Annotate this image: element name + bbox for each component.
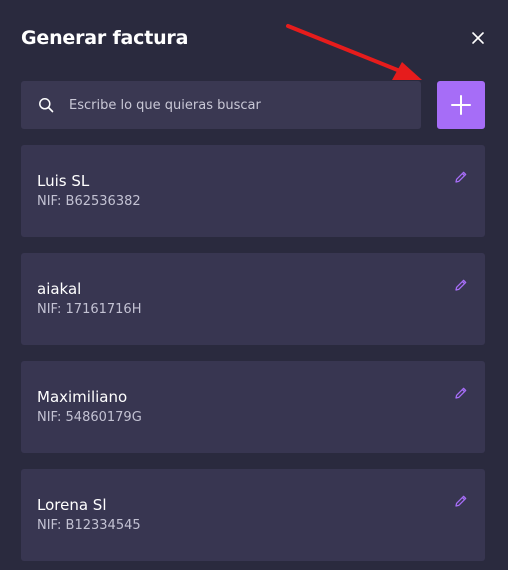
client-nif: NIF: 54860179G <box>37 410 142 425</box>
dialog-title: Generar factura <box>21 27 189 49</box>
client-nif: NIF: 17161716H <box>37 302 142 317</box>
client-name: Luis SL <box>37 172 90 190</box>
dialog-header: Generar factura <box>21 26 488 50</box>
pencil-icon[interactable] <box>454 170 468 184</box>
close-icon <box>472 32 484 44</box>
search-input[interactable] <box>69 81 409 129</box>
client-name: aiakal <box>37 280 82 298</box>
search-icon <box>39 98 54 113</box>
client-card[interactable]: Lorena Sl NIF: B12334545 <box>21 469 485 561</box>
search-box[interactable] <box>21 81 421 129</box>
client-card[interactable]: aiakal NIF: 17161716H <box>21 253 485 345</box>
generate-invoice-dialog: Generar factura Luis SL NIF: B62536382 a… <box>0 0 508 570</box>
client-nif: NIF: B12334545 <box>37 518 141 533</box>
client-card[interactable]: Luis SL NIF: B62536382 <box>21 145 485 237</box>
plus-icon <box>451 95 471 115</box>
pencil-icon[interactable] <box>454 494 468 508</box>
close-button[interactable] <box>468 28 488 48</box>
client-card[interactable]: Maximiliano NIF: 54860179G <box>21 361 485 453</box>
pencil-icon[interactable] <box>454 278 468 292</box>
client-name: Lorena Sl <box>37 496 107 514</box>
add-client-button[interactable] <box>437 81 485 129</box>
client-name: Maximiliano <box>37 388 128 406</box>
client-list: Luis SL NIF: B62536382 aiakal NIF: 17161… <box>21 145 485 570</box>
pencil-icon[interactable] <box>454 386 468 400</box>
client-nif: NIF: B62536382 <box>37 194 141 209</box>
